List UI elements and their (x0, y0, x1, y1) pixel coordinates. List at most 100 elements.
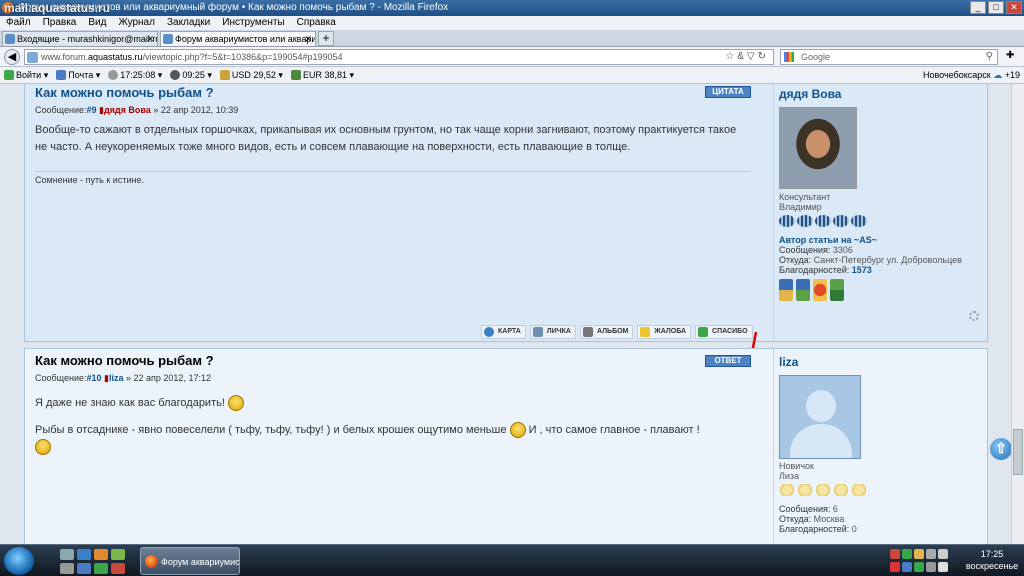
profile-article[interactable]: Автор статьи на ~AS~ (779, 235, 989, 245)
globe-icon (170, 70, 181, 80)
profile-posts: Сообщения: 6 (779, 504, 989, 514)
new-tab-button[interactable]: + (318, 31, 334, 46)
reply-button[interactable]: ОТВЕТ (705, 355, 751, 367)
settings-gear-icon[interactable] (969, 311, 979, 321)
tab-close-icon[interactable]: ✕ (304, 32, 312, 46)
app-icon[interactable] (60, 563, 74, 574)
avatar[interactable] (779, 107, 857, 189)
thanks-value[interactable]: 1573 (852, 265, 872, 275)
posts-label: Сообщения: (779, 504, 831, 514)
post-title[interactable]: Как можно помочь рыбам ? (35, 353, 214, 368)
toolbar-item-mail[interactable]: Почта ▾ (56, 67, 100, 83)
back-button[interactable]: ◀ (4, 49, 20, 65)
quick-launch (60, 549, 132, 574)
app-icon[interactable] (111, 563, 125, 574)
close-button[interactable]: ✕ (1006, 1, 1022, 14)
firefox-icon[interactable] (94, 549, 108, 560)
post-title[interactable]: Как можно помочь рыбам ? (35, 85, 214, 100)
search-input[interactable]: Google ⚲ (780, 49, 998, 65)
weather-city: Новочебоксарск (922, 70, 991, 80)
album-icon (583, 327, 593, 337)
ie-icon[interactable] (77, 549, 91, 560)
medal-icon (830, 279, 844, 301)
url-bar[interactable]: www.forum.aquastatus.ru/viewtopic.php?f=… (24, 49, 774, 65)
menu-edit[interactable]: Правка (43, 16, 77, 30)
post-number[interactable]: #10 (86, 373, 101, 383)
clock-time: 17:25 (980, 549, 1004, 559)
scroll-to-top-button[interactable]: ⇧ (990, 438, 1012, 460)
tab-forum-label: Форум аквариумистов или аквариумны... (175, 34, 316, 44)
toolbar-item-time1[interactable]: 17:25:08 ▾ (108, 67, 162, 83)
report-label: ЖАЛОБА (654, 328, 687, 335)
quote-button[interactable]: ЦИТАТА (705, 86, 751, 98)
post-line-2a: Рыбы в отсаднике - явно повеселели ( тьф… (35, 424, 507, 436)
meta-prefix: Сообщение: (35, 373, 87, 383)
profile-name[interactable]: дядя Вова (779, 87, 989, 101)
start-button[interactable] (4, 547, 34, 575)
search-icon[interactable]: ⚲ (986, 50, 993, 64)
window-titlebar: Форум аквариумистов или аквариумный фору… (0, 0, 1024, 16)
menu-history[interactable]: Журнал (118, 16, 155, 30)
profile-thanks: Благодарностей: 0 (779, 524, 989, 534)
post-author[interactable]: liza (109, 373, 124, 383)
toolbar-item-usd[interactable]: USD 29,52 ▾ (219, 67, 283, 83)
firefox-icon (145, 555, 158, 568)
post-actions: КАРТА ЛИЧКА АЛЬБОМ ЖАЛОБА СПАСИБО (481, 325, 753, 339)
menu-help[interactable]: Справка (297, 16, 336, 30)
app-icon[interactable] (94, 563, 108, 574)
pm-label: ЛИЧКА (546, 328, 571, 335)
maximize-button[interactable]: □ (988, 1, 1004, 14)
tab-mail[interactable]: Входящие - murashkinigor@mail.ru - По...… (2, 31, 158, 46)
post-number[interactable]: #9 (86, 105, 96, 115)
url-path: /viewtopic.php?f=5&t=10386&p=199054#p199… (142, 52, 343, 62)
taskbar-firefox-task[interactable]: Форум аквариумист... (140, 547, 240, 575)
app-icon[interactable] (77, 563, 91, 574)
toolbar-item-eur[interactable]: EUR 38,81 ▾ (290, 67, 354, 83)
mail-tab-icon (5, 34, 15, 44)
profile-name[interactable]: liza (779, 355, 989, 369)
vertical-scrollbar[interactable] (1011, 84, 1024, 544)
toolbar-item-login[interactable]: Войти ▾ (4, 67, 48, 83)
toolbar-item-time2[interactable]: 09:25 ▾ (170, 67, 212, 83)
google-icon[interactable] (784, 52, 794, 62)
taskbar-clock[interactable]: 17:25 воскресенье (964, 548, 1020, 572)
tab-close-icon[interactable]: ✕ (146, 32, 154, 46)
scrollbar-thumb[interactable] (1013, 429, 1023, 475)
post-profile: liza Новичок Лиза Сообщения: 6 Откуда: М… (779, 355, 989, 534)
thanks-label: Благодарностей: (779, 265, 850, 275)
menu-bookmarks[interactable]: Закладки (167, 16, 210, 30)
app-icon[interactable] (111, 549, 125, 560)
post-body: Вообще-то сажают в отдельных горшочках, … (35, 124, 737, 153)
album-button[interactable]: АЛЬБОМ (580, 325, 634, 339)
post-line-2b: И , что самое главное - плавают ! (528, 424, 700, 436)
menu-view[interactable]: Вид (88, 16, 106, 30)
map-button[interactable]: КАРТА (481, 325, 526, 339)
plus-icon (698, 327, 709, 337)
post-line-1: Я даже не знаю как вас благодарить! (35, 397, 225, 409)
minimize-button[interactable]: _ (970, 1, 986, 14)
post-meta: Сообщение:#9 ▮дядя Вова » 22 апр 2012, 1… (35, 105, 238, 116)
bookmarks-menu-icon[interactable]: ✚ (1006, 50, 1014, 61)
menu-file[interactable]: Файл (6, 16, 31, 30)
search-placeholder: Google (801, 52, 831, 62)
profile-from: Откуда: Москва (779, 514, 989, 524)
profile-realname: Владимир (779, 202, 822, 212)
toolbar-weather[interactable]: Новочебоксарск ☁ +19 (923, 67, 1020, 84)
site-identity-icon[interactable] (27, 52, 38, 63)
post-author[interactable]: дядя Вова (104, 105, 151, 115)
from-value: Москва (813, 514, 845, 524)
menu-tools[interactable]: Инструменты (222, 16, 284, 30)
desktop-icon[interactable] (60, 549, 74, 560)
medal-icon (779, 279, 793, 301)
eur-label: EUR 38,81 (302, 70, 347, 80)
meta-prefix: Сообщение: (35, 105, 87, 115)
report-button[interactable]: ЖАЛОБА (637, 325, 692, 339)
url-bar-icons[interactable]: ☆&▽↻ (725, 50, 769, 64)
pm-button[interactable]: ЛИЧКА (529, 325, 576, 339)
avatar[interactable] (779, 375, 861, 459)
medal-icon (796, 279, 810, 301)
rank-star-icons (779, 484, 989, 496)
tab-mail-label: Входящие - murashkinigor@mail.ru - По... (17, 34, 158, 44)
tab-forum[interactable]: Форум аквариумистов или аквариумны... ✕ (160, 31, 316, 46)
usd-icon (219, 70, 230, 80)
